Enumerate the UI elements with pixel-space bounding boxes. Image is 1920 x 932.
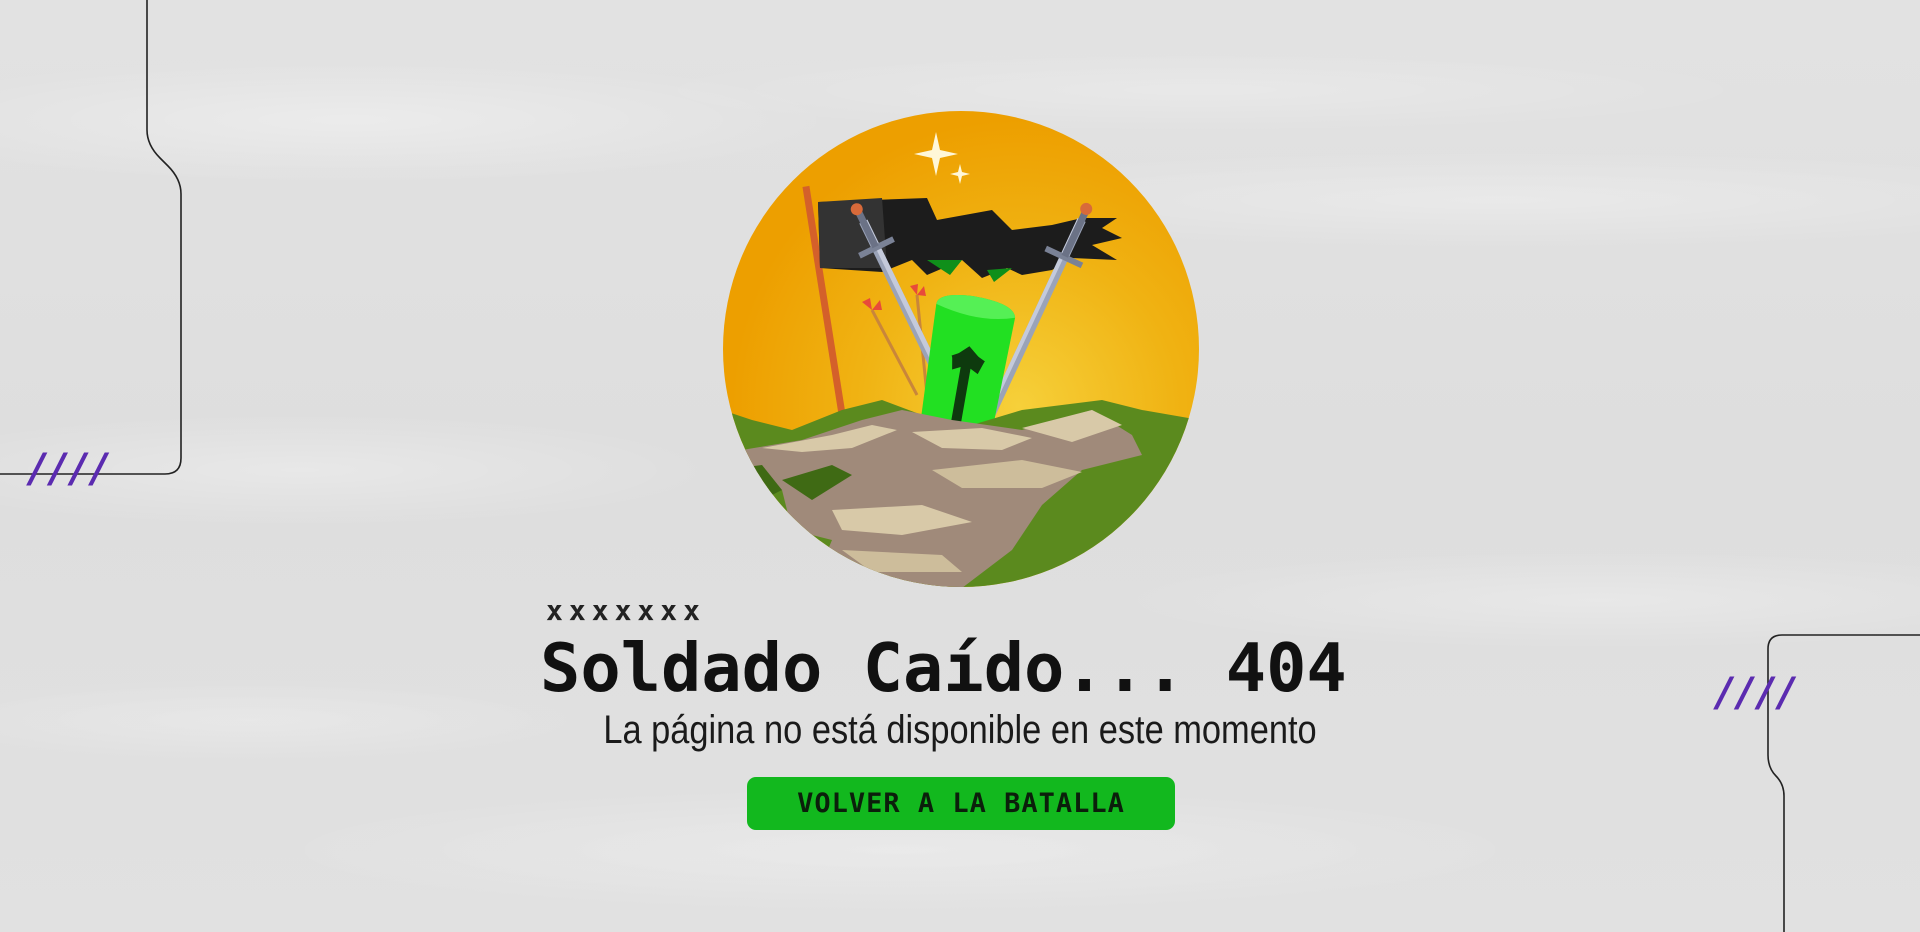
left-frame-line	[0, 0, 182, 475]
fallen-soldier-icon	[723, 111, 1199, 587]
error-404-page: //// //// xxxxxxx Soldado Caído... 404 L…	[0, 0, 1920, 932]
left-slash-accent: ////	[30, 446, 113, 492]
page-title: Soldado Caído... 404	[540, 629, 1347, 707]
page-subtitle: La página no está disponible en este mom…	[603, 708, 1317, 752]
back-to-battle-button[interactable]: VOLVER A LA BATALLA	[747, 777, 1175, 830]
eyebrow-text: xxxxxxx	[546, 594, 707, 627]
right-slash-accent: ////	[1717, 670, 1800, 716]
